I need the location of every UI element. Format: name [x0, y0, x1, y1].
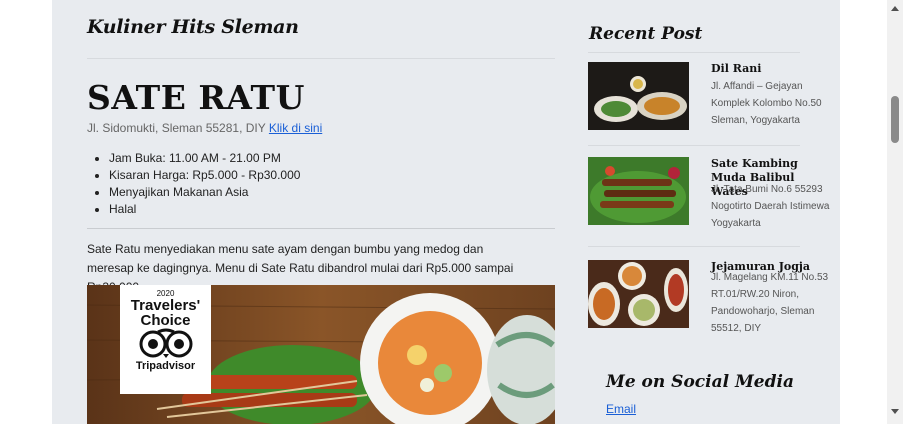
scroll-down-icon[interactable]: [891, 409, 899, 414]
hero-image: 2020 Travelers' Choice Tripadvisor: [87, 285, 555, 424]
email-link[interactable]: Email: [606, 402, 636, 416]
address-text: Jl. Sidomukti, Sleman 55281, DIY: [87, 121, 266, 135]
divider: [588, 246, 800, 247]
facts-list: Jam Buka: 11.00 AM - 21.00 PM Kisaran Ha…: [109, 150, 300, 218]
post-thumbnail[interactable]: [588, 260, 689, 328]
list-item: Jam Buka: 11.00 AM - 21.00 PM: [109, 150, 300, 167]
food-thumbnail: [588, 62, 689, 130]
recent-post-heading: Recent Post: [589, 24, 703, 44]
divider: [588, 145, 800, 146]
scroll-up-icon[interactable]: [891, 6, 899, 11]
badge-line2: Choice: [140, 312, 191, 329]
divider: [87, 58, 555, 59]
post-title: SATE RATU: [87, 78, 305, 117]
food-thumbnail: [588, 260, 689, 328]
scrollbar-thumb[interactable]: [891, 96, 899, 143]
recent-post-address: Jl. Affandi – Gejayan Komplek Kolombo No…: [711, 81, 822, 126]
list-item: Menyajikan Makanan Asia: [109, 184, 300, 201]
recent-post-title[interactable]: Dil Rani: [711, 62, 831, 76]
badge-brand: Tripadvisor: [135, 360, 196, 372]
owl-logo-icon: [139, 328, 192, 358]
social-media-heading: Me on Social Media: [606, 372, 794, 392]
scrollbar[interactable]: [887, 0, 903, 424]
tripadvisor-badge: 2020 Travelers' Choice Tripadvisor: [120, 285, 211, 394]
site-title[interactable]: Kuliner Hits Sleman: [87, 16, 299, 38]
badge-line1: Travelers': [130, 297, 201, 314]
food-thumbnail: [588, 157, 689, 225]
recent-post-address: Jl. Tata Bumi No.6 55293 Nogotirto Daera…: [711, 184, 830, 229]
post-thumbnail[interactable]: [588, 62, 689, 130]
post-thumbnail[interactable]: [588, 157, 689, 225]
recent-post-address: Jl. Magelang KM.11 No.53 RT.01/RW.20 Nir…: [711, 272, 829, 334]
map-link[interactable]: Klik di sini: [269, 121, 322, 135]
divider: [87, 228, 555, 229]
page-content: Kuliner Hits Sleman SATE RATU Jl. Sidomu…: [52, 0, 840, 424]
post-address: Jl. Sidomukti, Sleman 55281, DIY Klik di…: [87, 121, 322, 135]
list-item: Kisaran Harga: Rp5.000 - Rp30.000: [109, 167, 300, 184]
divider: [588, 52, 800, 53]
list-item: Halal: [109, 201, 300, 218]
